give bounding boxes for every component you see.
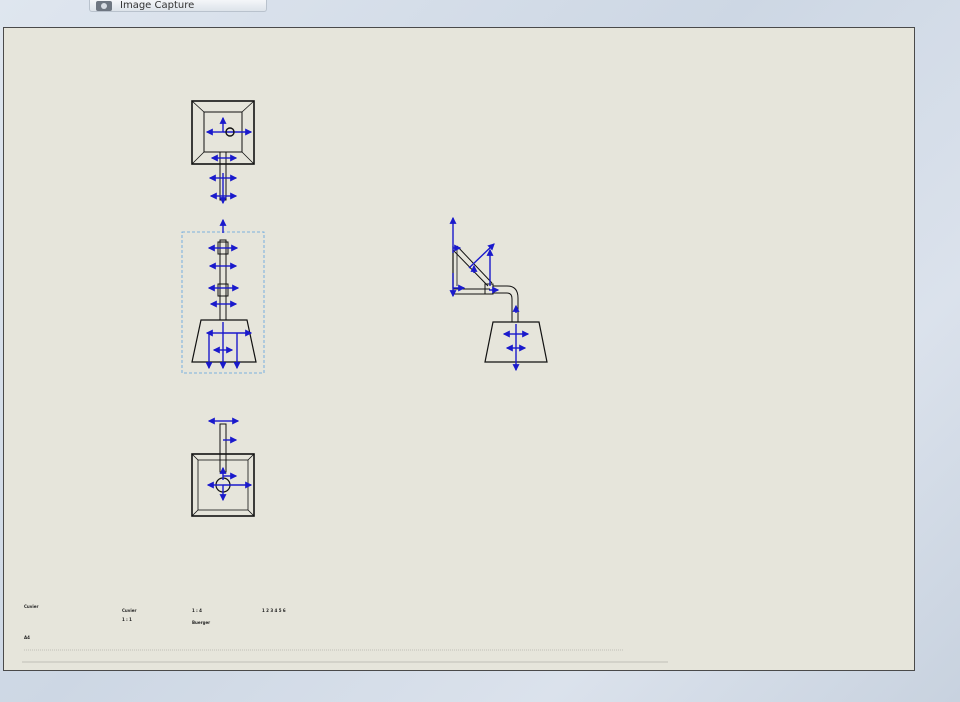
tb-value-6: 1 2 3 4 5 6	[262, 608, 286, 613]
tb-value-1: Cuvier	[24, 604, 39, 609]
tb-value-5: Buerger	[192, 620, 211, 625]
camera-icon	[96, 0, 112, 11]
tb-value-3: 1 : 1	[122, 617, 132, 622]
top-view[interactable]	[191, 100, 255, 205]
tb-value-7: A4	[24, 635, 30, 640]
image-capture-button[interactable]: Image Capture	[89, 0, 267, 12]
tb-value-4: 1 : 4	[192, 608, 202, 613]
tb-value-2: Cuvier	[122, 608, 137, 613]
bottom-view[interactable]	[191, 417, 255, 517]
image-capture-label: Image Capture	[120, 0, 195, 11]
drawing-canvas[interactable]	[4, 28, 916, 672]
drawing-sheet[interactable]: Cuvier Cuvier 1 : 1 1 : 4 Buerger 1 2 3 …	[3, 27, 915, 671]
front-view[interactable]	[181, 218, 265, 374]
side-view[interactable]	[449, 216, 548, 372]
title-block-lines	[22, 649, 668, 663]
